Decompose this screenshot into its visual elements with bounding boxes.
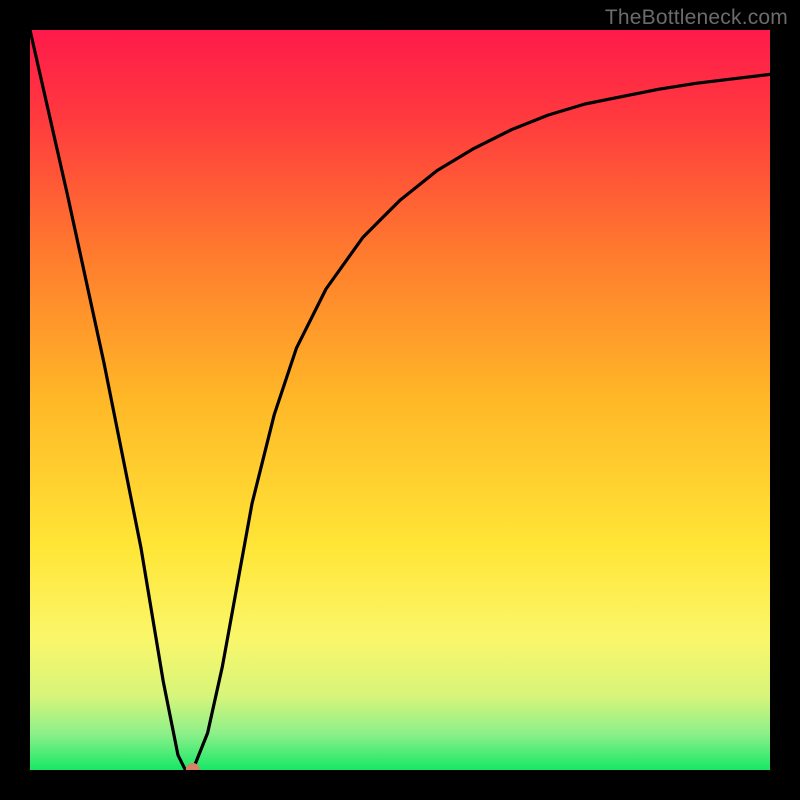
- chart-frame: TheBottleneck.com: [0, 0, 800, 800]
- plot-area: [30, 30, 770, 770]
- curve-layer: [30, 30, 770, 770]
- watermark-label: TheBottleneck.com: [605, 6, 788, 30]
- min-point-marker: [186, 763, 200, 770]
- bottleneck-curve-path: [30, 30, 770, 770]
